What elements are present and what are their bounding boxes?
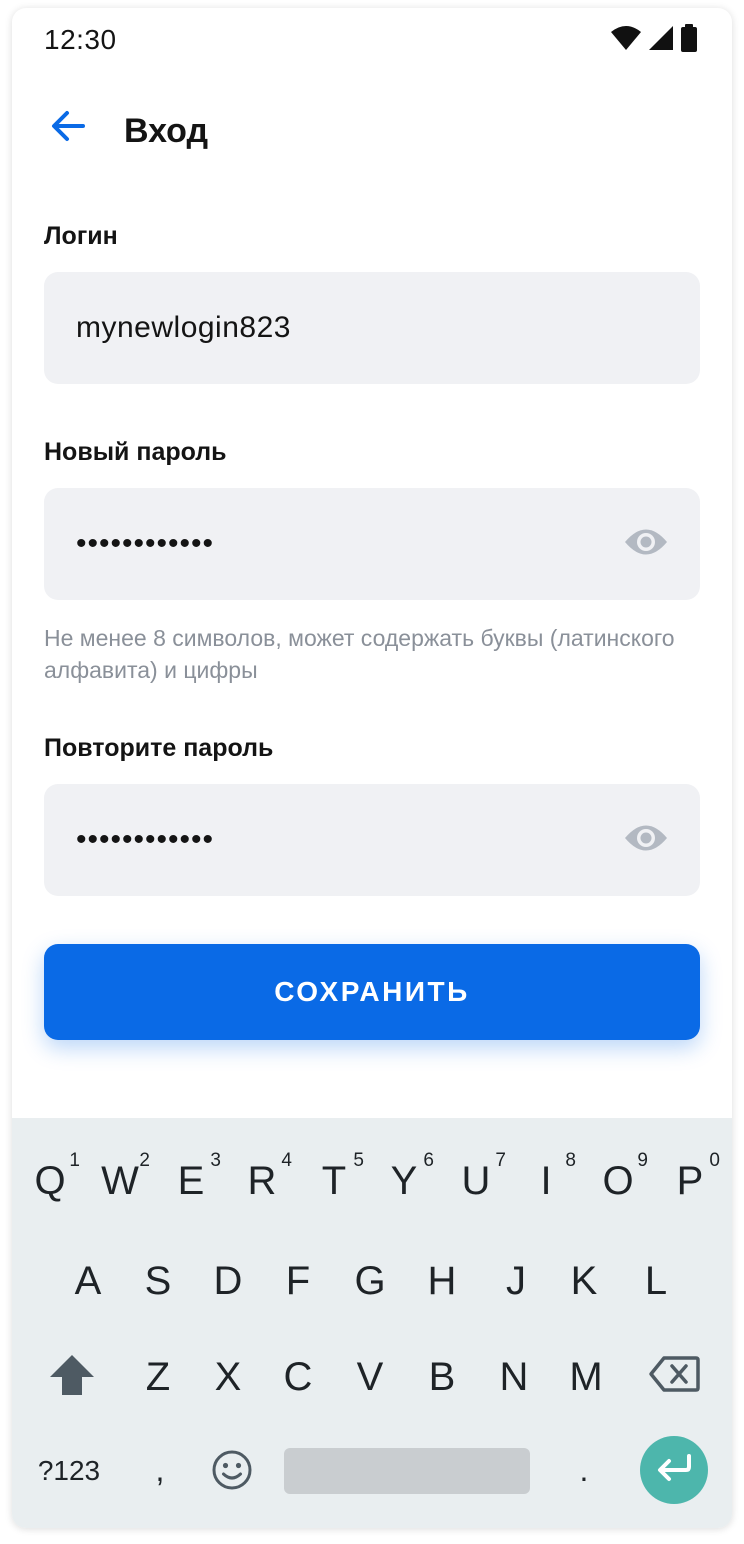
smiley-icon [211,1449,253,1496]
key-d[interactable]: D [196,1236,260,1326]
key-number-hint: 4 [281,1150,292,1171]
key-label: T [321,1158,347,1203]
repeat-password-input[interactable]: •••••••••••• [44,784,700,896]
key-b[interactable]: B [410,1332,474,1422]
key-number-hint: 8 [565,1150,576,1171]
shift-icon [48,1353,96,1402]
key-c[interactable]: C [266,1332,330,1422]
keyboard: Q1 W2 E3 R4 T5 Y6 U7 I8 O9 P0 A S D F G … [12,1118,732,1528]
key-label: O [602,1158,634,1203]
signal-icon [648,25,674,56]
key-i[interactable]: I8 [514,1136,578,1226]
key-o[interactable]: O9 [586,1136,650,1226]
arrow-left-icon [50,110,86,147]
key-label: W [101,1158,139,1203]
key-p[interactable]: P0 [658,1136,722,1226]
key-label: P [676,1158,704,1203]
key-m[interactable]: M [554,1332,618,1422]
key-v[interactable]: V [338,1332,402,1422]
new-password-label: Новый пароль [44,438,227,466]
key-label: I [540,1158,552,1203]
key-number-hint: 0 [709,1150,720,1171]
key-j[interactable]: J [484,1236,548,1326]
save-button[interactable]: СОХРАНИТЬ [44,944,700,1040]
key-k[interactable]: K [552,1236,616,1326]
enter-key[interactable] [640,1436,708,1504]
key-number-hint: 6 [423,1150,434,1171]
status-icons [610,23,698,57]
repeat-password-visibility-toggle[interactable] [622,820,670,860]
key-l[interactable]: L [624,1236,688,1326]
enter-icon [654,1453,694,1488]
key-label: Y [390,1158,418,1203]
key-number-hint: 3 [210,1150,221,1171]
repeat-password-value: •••••••••••• [76,823,215,856]
eye-icon [623,823,669,858]
key-u[interactable]: U7 [444,1136,508,1226]
new-password-input[interactable]: •••••••••••• [44,488,700,600]
status-bar: 12:30 [12,8,732,74]
new-password-visibility-toggle[interactable] [622,524,670,564]
key-a[interactable]: A [56,1236,120,1326]
battery-icon [680,23,698,57]
key-z[interactable]: Z [126,1332,190,1422]
key-q[interactable]: Q1 [18,1136,82,1226]
key-label: U [461,1158,491,1203]
key-t[interactable]: T5 [302,1136,366,1226]
key-number-hint: 5 [353,1150,364,1171]
emoji-key[interactable] [208,1448,256,1496]
back-button[interactable] [46,106,90,150]
key-g[interactable]: G [338,1236,402,1326]
repeat-password-label: Повторите пароль [44,734,274,762]
app-bar: Вход [12,78,732,178]
password-hint: Не менее 8 символов, может содержать бук… [44,625,675,683]
key-number-hint: 2 [139,1150,150,1171]
page-title: Вход [124,112,209,150]
key-s[interactable]: S [126,1236,190,1326]
key-f[interactable]: F [266,1236,330,1326]
key-label: E [177,1158,205,1203]
phone-screen: 12:30 Вход Логин mynewlogin823 Новый пар… [12,8,732,1528]
key-label: Q [34,1158,66,1203]
shift-key[interactable] [40,1342,104,1412]
key-y[interactable]: Y6 [372,1136,436,1226]
key-e[interactable]: E3 [159,1136,223,1226]
key-number-hint: 9 [637,1150,648,1171]
symbols-key[interactable]: ?123 [34,1448,104,1494]
eye-icon [623,527,669,562]
login-input[interactable]: mynewlogin823 [44,272,700,384]
key-w[interactable]: W2 [88,1136,152,1226]
key-n[interactable]: N [482,1332,546,1422]
backspace-icon [648,1355,700,1398]
login-label: Логин [44,222,118,250]
key-r[interactable]: R4 [230,1136,294,1226]
backspace-key[interactable] [642,1346,706,1406]
key-h[interactable]: H [410,1236,474,1326]
login-value: mynewlogin823 [76,311,291,344]
key-number-hint: 1 [69,1150,80,1171]
status-time: 12:30 [44,24,117,55]
key-x[interactable]: X [196,1332,260,1422]
comma-key[interactable]: , [140,1442,180,1498]
space-bar[interactable] [284,1448,530,1494]
wifi-icon [610,25,642,56]
key-label: R [247,1158,277,1203]
new-password-value: •••••••••••• [76,527,215,560]
key-number-hint: 7 [495,1150,506,1171]
period-key[interactable]: . [568,1442,600,1498]
